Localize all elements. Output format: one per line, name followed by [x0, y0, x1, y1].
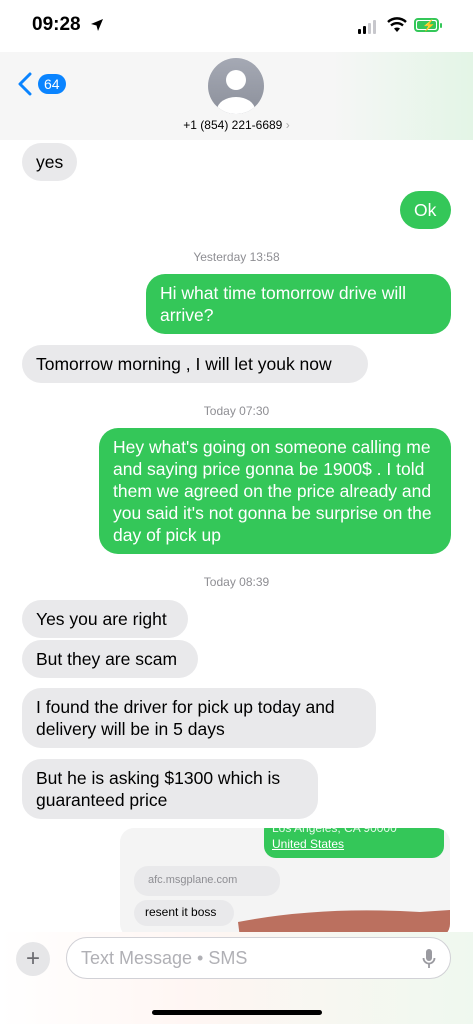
battery-charging-icon: ⚡: [414, 18, 442, 32]
unread-count-badge: 64: [38, 74, 66, 94]
cellular-signal-icon: [358, 20, 376, 34]
contact-name[interactable]: +1 (854) 221-6689 ›: [0, 118, 473, 132]
message-bubble-incoming[interactable]: yes: [22, 143, 77, 181]
home-indicator[interactable]: [152, 1010, 322, 1015]
back-button[interactable]: 64: [18, 72, 66, 96]
wifi-icon: [387, 17, 407, 32]
message-bubble-outgoing[interactable]: Hey what's going on someone calling me a…: [99, 428, 451, 554]
timestamp: Today 08:39: [203, 575, 270, 589]
timestamp: Today 07:30: [203, 404, 270, 418]
microphone-icon[interactable]: [422, 948, 436, 970]
status-time: 09:28: [32, 14, 81, 35]
image-attachment[interactable]: Los Angeles, CA 90000 United States afc.…: [120, 828, 450, 938]
contact-number: +1 (854) 221-6689: [183, 118, 283, 132]
message-bubble-incoming[interactable]: Tomorrow morning , I will let youk now: [22, 345, 368, 383]
message-bubble-incoming[interactable]: Yes you are right: [22, 600, 188, 638]
message-bubble-incoming[interactable]: I found the driver for pick up today and…: [22, 688, 376, 748]
location-arrow-icon: [91, 19, 103, 31]
chevron-left-icon: [18, 72, 32, 96]
message-bubble-outgoing[interactable]: Ok: [400, 191, 451, 229]
chevron-right-icon: ›: [285, 118, 290, 132]
message-input-placeholder: Text Message • SMS: [81, 948, 248, 968]
person-icon: [217, 70, 255, 114]
message-bubble-outgoing[interactable]: Hi what time tomorrow drive will arrive?: [146, 274, 451, 334]
apps-plus-button[interactable]: +: [16, 942, 50, 976]
preview-image-fragment: [238, 910, 450, 938]
contact-avatar[interactable]: [208, 58, 264, 114]
message-bubble-incoming[interactable]: But they are scam: [22, 640, 198, 678]
message-input[interactable]: Text Message • SMS: [66, 937, 451, 979]
status-bar: 09:28 ⚡: [0, 0, 473, 52]
conversation-header: 64 +1 (854) 221-6689 ›: [0, 52, 473, 140]
timestamp: Yesterday 13:58: [193, 250, 280, 264]
message-bubble-incoming[interactable]: But he is asking $1300 which is guarante…: [22, 759, 318, 819]
